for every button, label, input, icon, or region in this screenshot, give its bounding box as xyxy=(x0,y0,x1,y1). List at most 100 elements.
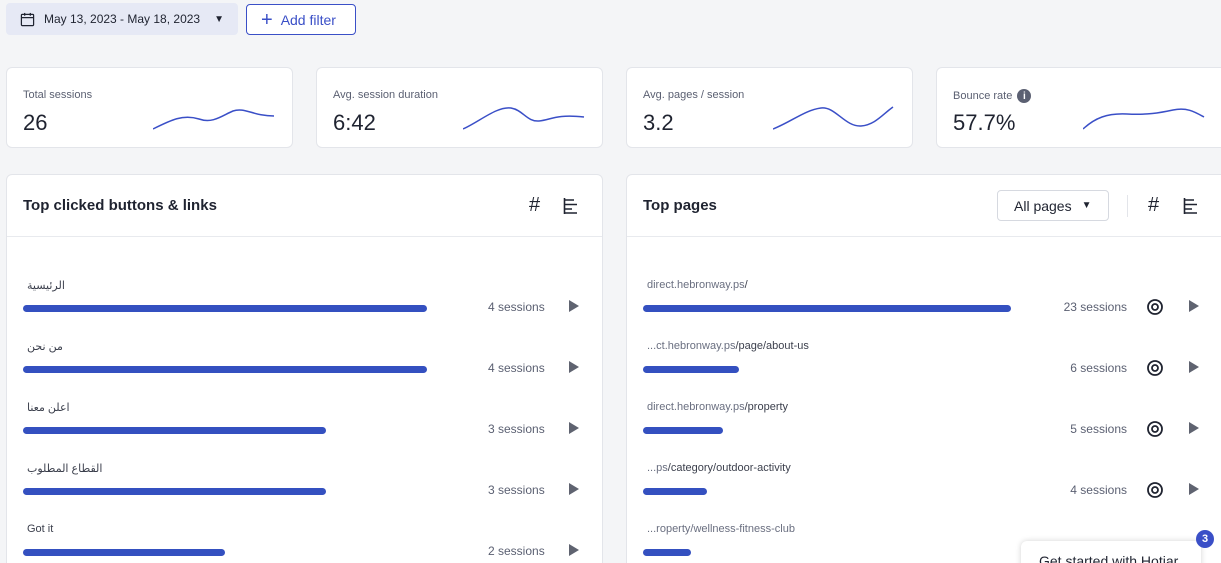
stat-value: 3.2 xyxy=(643,110,674,135)
session-count: 6 sessions xyxy=(1070,361,1127,375)
add-filter-button[interactable]: + Add filter xyxy=(246,4,356,35)
url-prefix: ...roperty/wellness-fitness-club xyxy=(647,523,795,535)
stat-label: Avg. pages / session xyxy=(643,89,745,101)
top-pages-panel: Top pages All pages ▼ # direct.hebronway… xyxy=(626,174,1221,563)
sparkline xyxy=(153,109,275,130)
url-prefix: ...ct.hebronway.ps xyxy=(647,340,736,352)
stat-card-avg-pages-session: Avg. pages / session 3.2 xyxy=(626,67,913,148)
stat-label: Bounce rate i xyxy=(953,89,1032,103)
session-count: 3 sessions xyxy=(488,483,545,497)
item-label: القطاع المطلوب xyxy=(27,463,103,475)
session-count: 23 sessions xyxy=(1063,300,1127,314)
play-icon[interactable] xyxy=(569,483,579,495)
play-icon[interactable] xyxy=(1189,483,1199,495)
top-clicked-panel: Top clicked buttons & links # الرئيسية 4 … xyxy=(6,174,603,563)
item-label: Got it xyxy=(27,523,54,535)
page-url: direct.hebronway.ps/property xyxy=(647,401,788,413)
all-pages-label: All pages xyxy=(1014,197,1072,214)
panel-header: Top clicked buttons & links # xyxy=(7,175,602,237)
panel-title: Top pages xyxy=(643,197,717,214)
page-url: ...ps/category/outdoor-activity xyxy=(647,462,791,474)
session-bar xyxy=(643,488,707,495)
toolbar: May 13, 2023 - May 18, 2023 ▼ + Add filt… xyxy=(0,0,1221,40)
list-item[interactable]: direct.hebronway.ps/23 sessions xyxy=(627,279,1221,339)
session-bar xyxy=(643,366,739,373)
list-item[interactable]: ...ps/category/outdoor-activity 4 session… xyxy=(627,462,1221,522)
url-prefix: direct.hebronway.ps xyxy=(647,401,745,413)
list-item[interactable]: Got it 2 sessions xyxy=(7,523,602,563)
plus-icon: + xyxy=(261,8,273,31)
stat-value: 26 xyxy=(23,110,48,135)
play-icon[interactable] xyxy=(569,361,579,373)
session-count: 4 sessions xyxy=(488,300,545,314)
session-count: 3 sessions xyxy=(488,422,545,436)
item-label: اعلن معنا xyxy=(27,402,70,414)
stat-card-avg-session-duration: Avg. session duration 6:42 xyxy=(316,67,603,148)
heatmap-icon[interactable] xyxy=(1146,481,1164,499)
caret-down-icon: ▼ xyxy=(214,13,224,25)
stat-card-bounce-rate: Bounce rate i 57.7% xyxy=(936,67,1221,148)
stat-label-text: Bounce rate xyxy=(953,90,1013,102)
notification-badge: 3 xyxy=(1196,530,1214,548)
session-bar xyxy=(23,549,225,556)
list-item[interactable]: direct.hebronway.ps/property 5 sessions xyxy=(627,401,1221,461)
play-icon[interactable] xyxy=(1189,361,1199,373)
item-label: من نحن xyxy=(27,341,63,353)
panel-title: Top clicked buttons & links xyxy=(23,197,217,214)
session-bar xyxy=(23,305,427,312)
stat-value: 57.7% xyxy=(953,110,1016,135)
info-icon[interactable]: i xyxy=(1017,89,1032,103)
panel-header: Top pages All pages ▼ # xyxy=(627,175,1221,237)
url-prefix: direct.hebronway.ps xyxy=(647,279,745,291)
list-item[interactable]: اعلن معنا 3 sessions xyxy=(7,401,602,461)
url-prefix: ...ps xyxy=(647,462,668,474)
list-item[interactable]: ...ct.hebronway.ps/page/about-us 6 sessio… xyxy=(627,340,1221,400)
hash-icon[interactable]: # xyxy=(529,194,540,217)
all-pages-dropdown[interactable]: All pages ▼ xyxy=(997,190,1109,221)
session-count: 4 sessions xyxy=(488,361,545,375)
url-path: /category/outdoor-activity xyxy=(667,462,791,474)
session-count: 2 sessions xyxy=(488,544,545,558)
page-url: ...roperty/wellness-fitness-club xyxy=(647,523,795,535)
heatmap-icon[interactable] xyxy=(1146,359,1164,377)
sort-icon[interactable] xyxy=(1183,197,1199,215)
session-bar xyxy=(23,488,326,495)
stat-label: Total sessions xyxy=(23,89,93,101)
session-bar xyxy=(23,366,427,373)
date-range-picker[interactable]: May 13, 2023 - May 18, 2023 ▼ xyxy=(6,3,238,35)
list-item[interactable]: الرئيسية 4 sessions xyxy=(7,279,602,339)
stat-label: Avg. session duration xyxy=(333,89,438,101)
divider xyxy=(1127,195,1128,217)
date-range-label: May 13, 2023 - May 18, 2023 xyxy=(44,12,201,26)
session-bar xyxy=(643,549,691,556)
play-icon[interactable] xyxy=(1189,300,1199,312)
session-bar xyxy=(643,427,723,434)
list-item[interactable]: القطاع المطلوب 3 sessions xyxy=(7,462,602,522)
sort-icon[interactable] xyxy=(563,197,579,215)
sparkline xyxy=(773,106,894,130)
play-icon[interactable] xyxy=(569,300,579,312)
hash-icon[interactable]: # xyxy=(1148,194,1159,217)
page-url: direct.hebronway.ps/ xyxy=(647,279,748,291)
sparkline xyxy=(1083,108,1205,130)
item-label: الرئيسية xyxy=(27,280,65,292)
session-count: 4 sessions xyxy=(1070,483,1127,497)
url-path: /property xyxy=(744,401,789,413)
url-path: / xyxy=(744,279,748,291)
play-icon[interactable] xyxy=(1189,422,1199,434)
heatmap-icon[interactable] xyxy=(1146,420,1164,438)
session-bar xyxy=(643,305,1011,312)
stat-card-total-sessions: Total sessions 26 xyxy=(6,67,293,148)
session-count: 5 sessions xyxy=(1070,422,1127,436)
play-icon[interactable] xyxy=(569,422,579,434)
add-filter-label: Add filter xyxy=(280,11,336,28)
calendar-icon xyxy=(20,12,35,26)
session-bar xyxy=(23,427,326,434)
stat-value: 6:42 xyxy=(333,110,376,135)
get-started-toast[interactable]: Get started with Hotjar xyxy=(1021,541,1201,563)
heatmap-icon[interactable] xyxy=(1146,298,1164,316)
page-url: ...ct.hebronway.ps/page/about-us xyxy=(647,340,809,352)
list-item[interactable]: من نحن 4 sessions xyxy=(7,340,602,400)
play-icon[interactable] xyxy=(569,544,579,556)
sparkline xyxy=(463,107,585,130)
